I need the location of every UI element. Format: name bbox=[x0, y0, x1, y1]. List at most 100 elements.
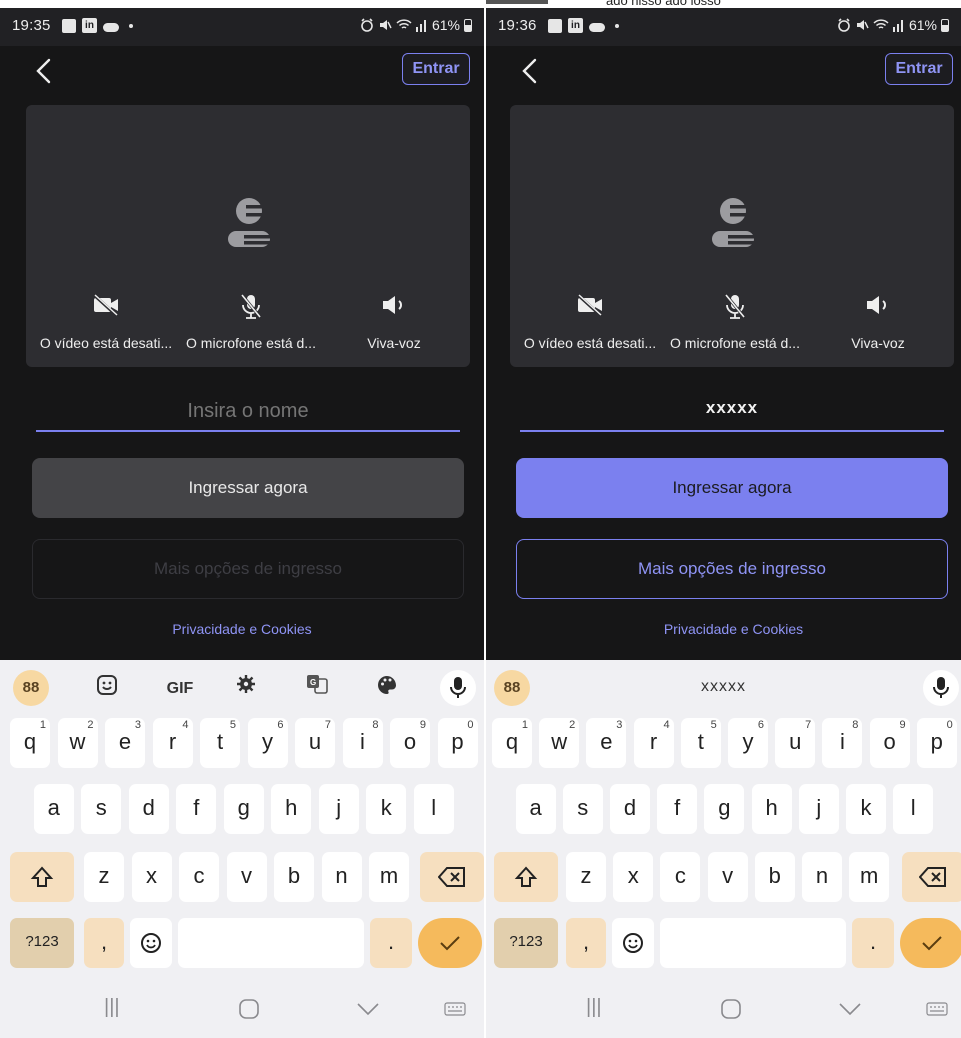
key-u[interactable]: u7 bbox=[775, 718, 816, 768]
key-o[interactable]: o9 bbox=[390, 718, 430, 768]
hide-keyboard-chevron-icon[interactable] bbox=[356, 1002, 380, 1016]
key-n[interactable]: n bbox=[802, 852, 842, 902]
space-key[interactable] bbox=[660, 918, 846, 968]
key-n[interactable]: n bbox=[321, 852, 362, 902]
key-p[interactable]: p0 bbox=[916, 718, 957, 768]
sign-in-button[interactable]: Entrar bbox=[402, 53, 470, 85]
key-s[interactable]: s bbox=[81, 784, 122, 834]
key-g[interactable]: g bbox=[223, 784, 264, 834]
theme-palette-icon[interactable] bbox=[372, 674, 402, 704]
sticker-icon[interactable] bbox=[92, 674, 122, 704]
mic-toggle[interactable]: O microfone está d... bbox=[176, 293, 326, 351]
key-a[interactable]: a bbox=[33, 784, 74, 834]
key-x[interactable]: x bbox=[131, 852, 172, 902]
privacy-cookies-link[interactable]: Privacidade e Cookies bbox=[486, 621, 961, 637]
key-q[interactable]: q1 bbox=[10, 718, 50, 768]
key-y[interactable]: y6 bbox=[247, 718, 288, 768]
key-f[interactable]: f bbox=[657, 784, 698, 834]
key-h[interactable]: h bbox=[751, 784, 792, 834]
key-l[interactable]: l bbox=[413, 784, 454, 834]
keyboard-switch-icon[interactable] bbox=[926, 1002, 948, 1016]
key-b[interactable]: b bbox=[274, 852, 314, 902]
mic-toggle[interactable]: O microfone está d... bbox=[660, 293, 810, 351]
sign-in-button[interactable]: Entrar bbox=[885, 53, 953, 85]
key-h[interactable]: h bbox=[271, 784, 312, 834]
key-u[interactable]: u7 bbox=[295, 718, 335, 768]
home-icon[interactable] bbox=[238, 998, 260, 1020]
key-z[interactable]: z bbox=[84, 852, 124, 902]
key-e[interactable]: e3 bbox=[586, 718, 627, 768]
key-b[interactable]: b bbox=[754, 852, 795, 902]
key-q[interactable]: q1 bbox=[492, 718, 532, 768]
symbols-key[interactable]: ?123 bbox=[494, 918, 558, 968]
key-j[interactable]: j bbox=[318, 784, 359, 834]
key-r[interactable]: r4 bbox=[633, 718, 674, 768]
apps-grid-icon[interactable]: 88 bbox=[13, 670, 49, 706]
key-z[interactable]: z bbox=[566, 852, 606, 902]
key-k[interactable]: k bbox=[366, 784, 407, 834]
key-x[interactable]: x bbox=[613, 852, 654, 902]
key-c[interactable]: c bbox=[179, 852, 219, 902]
key-m[interactable]: m bbox=[369, 852, 409, 902]
key-w[interactable]: w2 bbox=[57, 718, 98, 768]
key-d[interactable]: d bbox=[610, 784, 650, 834]
emoji-key[interactable] bbox=[130, 918, 172, 968]
join-now-button[interactable]: Ingressar agora bbox=[32, 458, 464, 518]
emoji-key[interactable] bbox=[612, 918, 654, 968]
comma-key[interactable]: , bbox=[566, 918, 606, 968]
key-m[interactable]: m bbox=[849, 852, 890, 902]
key-j[interactable]: j bbox=[798, 784, 839, 834]
privacy-cookies-link[interactable]: Privacidade e Cookies bbox=[0, 621, 484, 637]
back-arrow-icon[interactable] bbox=[516, 56, 544, 86]
key-p[interactable]: p0 bbox=[437, 718, 478, 768]
key-o[interactable]: o9 bbox=[869, 718, 910, 768]
key-w[interactable]: w2 bbox=[539, 718, 580, 768]
key-v[interactable]: v bbox=[226, 852, 267, 902]
key-k[interactable]: k bbox=[846, 784, 886, 834]
recent-apps-icon[interactable]: ||| bbox=[586, 996, 602, 1019]
key-y[interactable]: y6 bbox=[728, 718, 768, 768]
join-now-button[interactable]: Ingressar agora bbox=[516, 458, 948, 518]
backspace-key[interactable] bbox=[902, 852, 961, 902]
period-key[interactable]: . bbox=[852, 918, 894, 968]
translate-icon[interactable]: G bbox=[302, 674, 332, 704]
name-input[interactable] bbox=[36, 392, 460, 432]
video-toggle[interactable]: O vídeo está desati... bbox=[515, 293, 665, 351]
key-v[interactable]: v bbox=[707, 852, 748, 902]
key-g[interactable]: g bbox=[704, 784, 745, 834]
key-t[interactable]: t5 bbox=[200, 718, 240, 768]
speaker-toggle[interactable]: Viva-voz bbox=[803, 293, 953, 351]
key-c[interactable]: c bbox=[660, 852, 701, 902]
key-i[interactable]: i8 bbox=[342, 718, 383, 768]
key-i[interactable]: i8 bbox=[822, 718, 863, 768]
word-suggestion[interactable]: xxxxx bbox=[486, 678, 961, 696]
comma-key[interactable]: , bbox=[84, 918, 124, 968]
shift-key[interactable] bbox=[10, 852, 74, 902]
home-icon[interactable] bbox=[720, 998, 742, 1020]
voice-input-mic-icon[interactable] bbox=[923, 670, 959, 706]
symbols-key[interactable]: ?123 bbox=[10, 918, 74, 968]
key-r[interactable]: r4 bbox=[152, 718, 193, 768]
key-a[interactable]: a bbox=[515, 784, 556, 834]
back-arrow-icon[interactable] bbox=[30, 56, 58, 86]
enter-check-key[interactable] bbox=[418, 918, 482, 968]
key-f[interactable]: f bbox=[176, 784, 217, 834]
key-s[interactable]: s bbox=[562, 784, 603, 834]
more-join-options-button[interactable]: Mais opções de ingresso bbox=[32, 539, 464, 599]
key-t[interactable]: t5 bbox=[680, 718, 721, 768]
more-join-options-button[interactable]: Mais opções de ingresso bbox=[516, 539, 948, 599]
shift-key[interactable] bbox=[494, 852, 558, 902]
voice-input-mic-icon[interactable] bbox=[440, 670, 476, 706]
key-l[interactable]: l bbox=[893, 784, 934, 834]
backspace-key[interactable] bbox=[420, 852, 484, 902]
hide-keyboard-chevron-icon[interactable] bbox=[838, 1002, 862, 1016]
enter-check-key[interactable] bbox=[900, 918, 961, 968]
space-key[interactable] bbox=[178, 918, 364, 968]
settings-gear-icon[interactable] bbox=[231, 674, 261, 704]
speaker-toggle[interactable]: Viva-voz bbox=[319, 293, 469, 351]
key-d[interactable]: d bbox=[128, 784, 169, 834]
period-key[interactable]: . bbox=[370, 918, 412, 968]
key-e[interactable]: e3 bbox=[105, 718, 145, 768]
name-input[interactable]: xxxxx bbox=[520, 392, 944, 432]
recent-apps-icon[interactable]: ||| bbox=[104, 996, 120, 1019]
